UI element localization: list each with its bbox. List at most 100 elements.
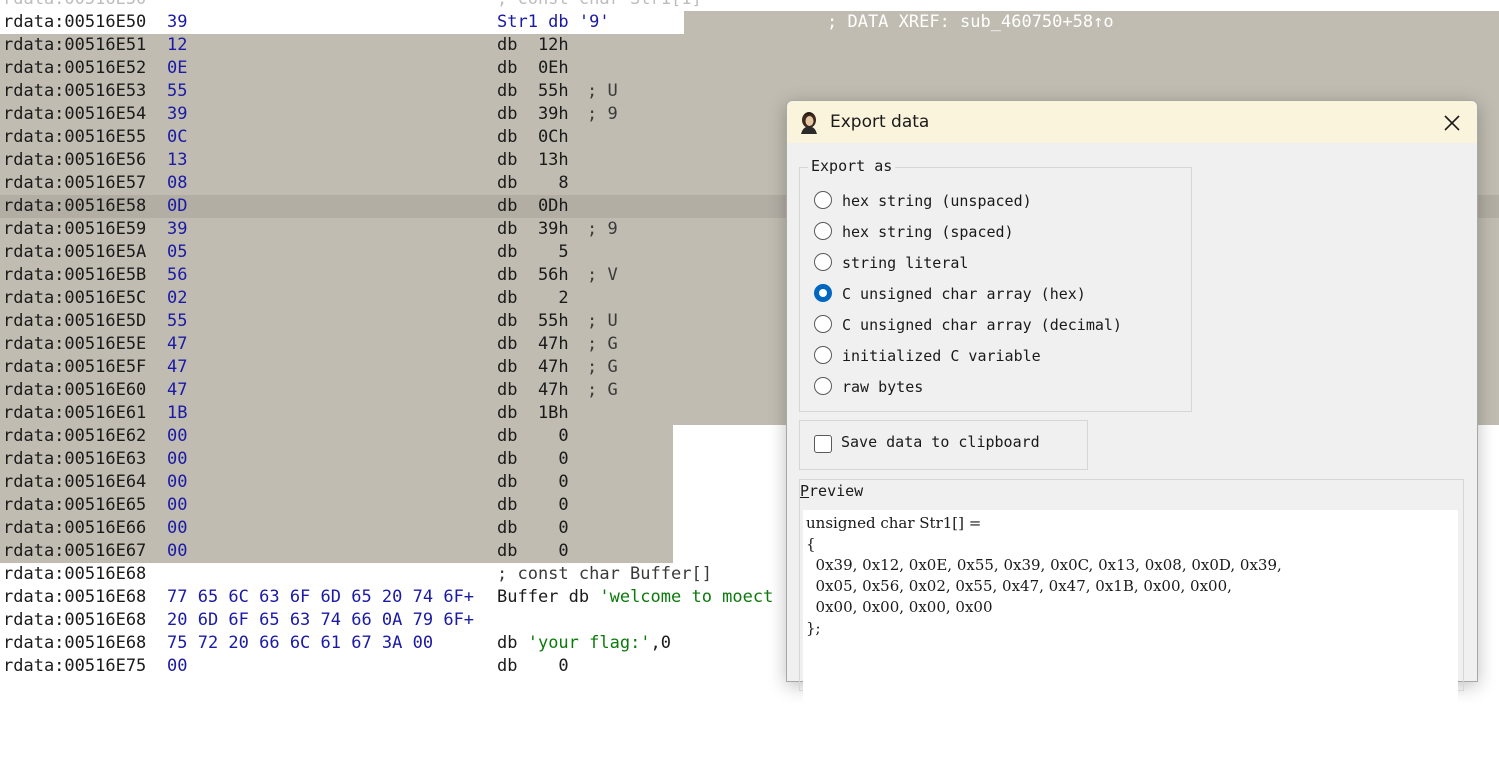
row-instruction[interactable]: db 0: [497, 494, 569, 517]
save-to-clipboard-checkbox[interactable]: [814, 435, 832, 453]
row-bytes: 0C: [167, 127, 188, 147]
row-bytes: 00: [167, 449, 188, 469]
radio-label[interactable]: initialized C variable: [842, 344, 1041, 368]
row-comment: ; G: [587, 334, 618, 354]
row-address: rdata:00516E66: [3, 518, 147, 538]
row-bytes: 00: [167, 426, 188, 446]
dialog-titlebar[interactable]: Export data: [787, 101, 1477, 143]
radio-button[interactable]: [814, 253, 832, 271]
row-instruction: db 0: [497, 656, 569, 676]
row-bytes: 55: [167, 311, 188, 331]
row-instruction[interactable]: db 1Bh: [497, 402, 569, 425]
row-instruction[interactable]: db 47h: [497, 333, 569, 356]
row-instruction[interactable]: db 47h: [497, 356, 569, 379]
row-bytes: 39: [167, 104, 188, 124]
row-address: rdata:00516E58: [3, 196, 147, 216]
row-instruction[interactable]: db 0Eh: [497, 57, 569, 80]
row-instruction[interactable]: db 13h: [497, 149, 569, 172]
radio-button[interactable]: [814, 346, 832, 364]
radio-button[interactable]: [814, 377, 832, 395]
row-instruction[interactable]: db 55h: [497, 310, 569, 333]
selection-highlight: [0, 34, 1499, 57]
row-address: rdata:00516E68: [3, 610, 147, 630]
listing-row[interactable]: rdata:00516E52 0E db 0Eh: [0, 57, 1499, 80]
row-bytes: 0E: [167, 58, 188, 78]
radio-label[interactable]: hex string (spaced): [842, 220, 1014, 244]
radio-button[interactable]: [814, 222, 832, 240]
row-instruction[interactable]: db 0: [497, 471, 569, 494]
row-instruction[interactable]: db 0Ch: [497, 126, 569, 149]
row-instruction[interactable]: db 5: [497, 241, 569, 264]
preview-label: Preview: [800, 480, 863, 502]
row-address: rdata:00516E5B: [3, 265, 147, 285]
string-terminator: ,0: [650, 633, 672, 653]
radio-button[interactable]: [814, 284, 832, 302]
row-bytes: 00: [167, 541, 188, 561]
row-bytes: 02: [167, 288, 188, 308]
row-bytes: 08: [167, 173, 188, 193]
radio-label[interactable]: hex string (unspaced): [842, 189, 1032, 213]
row-instruction: db 'your flag:',0: [497, 632, 671, 655]
row-address: rdata:00516E56: [3, 150, 147, 170]
row-bytes: 00: [167, 518, 188, 538]
save-to-clipboard-label[interactable]: Save data to clipboard: [841, 433, 1040, 451]
export-data-dialog[interactable]: Export data Export as hex string (unspac…: [786, 100, 1478, 710]
row-instruction[interactable]: db 0: [497, 448, 569, 471]
row-address: rdata:00516E75: [3, 656, 147, 676]
radio-label[interactable]: raw bytes: [842, 375, 923, 399]
row-address: rdata:00516E61: [3, 403, 147, 423]
radio-button[interactable]: [814, 191, 832, 209]
row-instruction[interactable]: db 55h: [497, 80, 569, 103]
ida-app-icon: [801, 112, 817, 134]
row-bytes: 47: [167, 334, 188, 354]
row-address: rdata:00516E55: [3, 127, 147, 147]
row-comment: ; U: [587, 311, 618, 331]
row-address: rdata:00516E5F: [3, 357, 147, 377]
row-address: rdata:00516E5E: [3, 334, 147, 354]
row-comment: ; 9: [587, 219, 618, 239]
row-address: rdata:00516E65: [3, 495, 147, 515]
row-comment: ; G: [587, 357, 618, 377]
row-address: rdata:00516E53: [3, 81, 147, 101]
row-instruction[interactable]: db 0Dh: [497, 195, 569, 218]
row-instruction[interactable]: db 0: [497, 517, 569, 540]
row-instruction[interactable]: db 8: [497, 172, 569, 195]
row-bytes: 12: [167, 35, 188, 55]
close-icon[interactable]: [1439, 110, 1465, 136]
selection-highlight: [0, 57, 1499, 80]
radio-label[interactable]: string literal: [842, 251, 968, 275]
flag-string: 'your flag:': [527, 633, 651, 653]
row-bytes: 00: [167, 472, 188, 492]
row-instruction[interactable]: db 2: [497, 287, 569, 310]
row-address: rdata:00516E63: [3, 449, 147, 469]
row-comment: ; V: [587, 265, 618, 285]
row-bytes: 47: [167, 380, 188, 400]
preview-textarea[interactable]: unsigned char Str1[] = { 0x39, 0x12, 0x0…: [803, 510, 1458, 710]
row-address: rdata:00516E57: [3, 173, 147, 193]
row-instruction[interactable]: db 39h: [497, 218, 569, 241]
radio-label[interactable]: C unsigned char array (hex): [842, 282, 1086, 306]
radio-label[interactable]: C unsigned char array (decimal): [842, 313, 1122, 337]
dialog-title: Export data: [830, 112, 930, 132]
row-instruction[interactable]: db 39h: [497, 103, 569, 126]
row-instruction[interactable]: db 47h: [497, 379, 569, 402]
row-bytes: 56: [167, 265, 188, 285]
row-address: rdata:00516E52: [3, 58, 147, 78]
export-as-label: Export as: [808, 157, 896, 175]
row-bytes: 20 6D 6F 65 63 74 66 0A 79 6F+: [167, 610, 475, 630]
row-instruction[interactable]: db 0: [497, 540, 569, 563]
listing-row-partial[interactable]: rdata:00516E50 ; const char Str1[1]: [0, 0, 1499, 11]
listing-row[interactable]: rdata:00516E50 39 Str1 db '9' ; DATA XREF: …: [0, 11, 1499, 34]
listing-row[interactable]: rdata:00516E51 12 db 12h: [0, 34, 1499, 57]
row-address: rdata:00516E51: [3, 35, 147, 55]
row-instruction[interactable]: db 56h: [497, 264, 569, 287]
row-comment: ; U: [587, 81, 618, 101]
row-address: rdata:00516E5D: [3, 311, 147, 331]
row-address: rdata:00516E64: [3, 472, 147, 492]
row-bytes: 55: [167, 81, 188, 101]
row-instruction[interactable]: Str1 db '9': [497, 11, 610, 34]
row-instruction[interactable]: db 12h: [497, 34, 569, 57]
row-instruction[interactable]: db 0: [497, 425, 569, 448]
radio-button[interactable]: [814, 315, 832, 333]
data-xref-comment[interactable]: ; DATA XREF: sub_460750+58↑o: [827, 11, 1114, 34]
